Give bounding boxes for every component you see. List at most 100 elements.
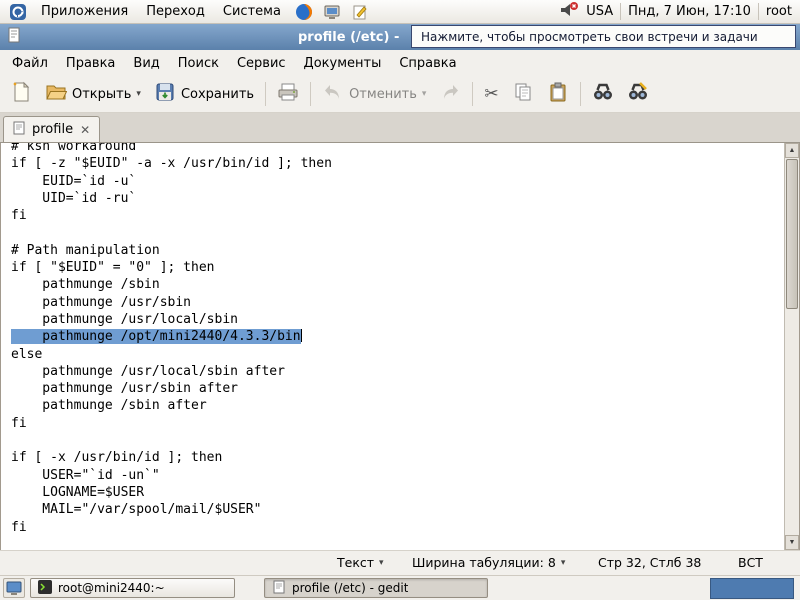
document-icon bbox=[12, 121, 26, 139]
tab-bar: profile ✕ bbox=[0, 113, 800, 143]
undo-button[interactable]: Отменить ▾ bbox=[316, 77, 432, 111]
replace-button[interactable] bbox=[621, 77, 655, 111]
firefox-launcher-icon[interactable] bbox=[291, 2, 317, 22]
copy-button[interactable] bbox=[506, 77, 540, 111]
selected-text: pathmunge /opt/mini2440/4.3.3/bin bbox=[11, 329, 301, 344]
top-panel-right: USA Пнд, 7 Июн, 17:10 root bbox=[559, 1, 795, 23]
code-line: fi bbox=[11, 415, 784, 432]
toolbar-separator bbox=[265, 82, 266, 106]
redo-button[interactable] bbox=[433, 77, 467, 111]
menu-tools[interactable]: Сервис bbox=[228, 52, 295, 75]
code-line: fi bbox=[11, 207, 784, 224]
menu-file[interactable]: Файл bbox=[3, 52, 57, 75]
code-line: USER="`id -un`" bbox=[11, 467, 784, 484]
find-button[interactable] bbox=[586, 77, 620, 111]
find-replace-icon bbox=[627, 81, 649, 107]
code-line: pathmunge /sbin bbox=[11, 276, 784, 293]
code-line bbox=[11, 432, 784, 449]
scissors-icon: ✂ bbox=[484, 84, 498, 104]
editor-area: # ksh workaround if [ -z "$EUID" -a -x /… bbox=[0, 143, 800, 550]
code-line: UID=`id -ru` bbox=[11, 190, 784, 207]
menu-view[interactable]: Вид bbox=[124, 52, 168, 75]
open-button[interactable]: Открыть ▾ bbox=[39, 77, 147, 111]
code-line: pathmunge /usr/sbin after bbox=[11, 380, 784, 397]
paste-button[interactable] bbox=[541, 77, 575, 111]
menu-help[interactable]: Справка bbox=[390, 52, 465, 75]
text-editor[interactable]: # ksh workaround if [ -z "$EUID" -a -x /… bbox=[1, 143, 784, 550]
redo-icon bbox=[439, 81, 461, 107]
cursor-position-label: Стр 32, Стлб 38 bbox=[598, 555, 701, 570]
statusbar: Текст▾ Ширина табуляции: 8▾ Стр 32, Стлб… bbox=[0, 550, 800, 575]
clock-applet[interactable]: Пнд, 7 Июн, 17:10 bbox=[628, 4, 751, 19]
toolbar-separator bbox=[580, 82, 581, 106]
menu-places[interactable]: Переход bbox=[138, 2, 213, 21]
new-document-icon bbox=[10, 81, 32, 107]
binoculars-icon bbox=[592, 81, 614, 107]
show-desktop-button[interactable] bbox=[3, 578, 25, 598]
menu-search[interactable]: Поиск bbox=[169, 52, 228, 75]
menu-documents[interactable]: Документы bbox=[295, 52, 391, 75]
panel-separator bbox=[620, 3, 621, 20]
save-button[interactable]: Сохранить bbox=[148, 77, 260, 111]
save-icon bbox=[154, 81, 176, 107]
highlight-mode-combo[interactable]: Текст▾ bbox=[337, 555, 384, 570]
scroll-down-icon[interactable]: ▼ bbox=[785, 535, 799, 550]
code-line: pathmunge /usr/sbin bbox=[11, 294, 784, 311]
menubar: Файл Правка Вид Поиск Сервис Документы С… bbox=[0, 50, 800, 76]
print-button[interactable] bbox=[271, 77, 305, 111]
chevron-down-icon: ▾ bbox=[136, 89, 141, 99]
vertical-scrollbar[interactable]: ▲ ▼ bbox=[784, 143, 799, 550]
display-launcher-icon[interactable] bbox=[319, 2, 345, 22]
panel-separator bbox=[758, 3, 759, 20]
volume-muted-icon[interactable] bbox=[559, 1, 579, 23]
keyboard-layout-indicator[interactable]: USA bbox=[586, 4, 613, 19]
user-switcher[interactable]: root bbox=[766, 4, 792, 19]
tab-label: profile bbox=[32, 122, 73, 137]
main-menu-icon[interactable] bbox=[5, 2, 31, 22]
code-line: # ksh workaround bbox=[11, 143, 784, 155]
printer-icon bbox=[277, 81, 299, 107]
tab-profile[interactable]: profile ✕ bbox=[3, 116, 100, 142]
window-icon bbox=[6, 27, 22, 47]
text-editor-launcher-icon[interactable] bbox=[347, 2, 373, 22]
code-line bbox=[11, 224, 784, 241]
menu-applications[interactable]: Приложения bbox=[33, 2, 136, 21]
menu-system[interactable]: Система bbox=[215, 2, 289, 21]
code-line-selected: pathmunge /opt/mini2440/4.3.3/bin bbox=[11, 328, 784, 345]
undo-icon bbox=[322, 81, 344, 107]
code-line: MAIL="/var/spool/mail/$USER" bbox=[11, 501, 784, 518]
new-document-button[interactable] bbox=[4, 77, 38, 111]
close-icon[interactable]: ✕ bbox=[79, 123, 91, 137]
insert-mode-label: ВСТ bbox=[738, 555, 763, 570]
code-line: # Path manipulation bbox=[11, 242, 784, 259]
code-line: EUID=`id -u` bbox=[11, 173, 784, 190]
chevron-down-icon: ▾ bbox=[422, 89, 427, 99]
calendar-tooltip: Нажмите, чтобы просмотреть свои встречи … bbox=[411, 25, 796, 48]
tab-width-combo[interactable]: Ширина табуляции: 8▾ bbox=[412, 555, 565, 570]
code-line: if [ -z "$EUID" -a -x /usr/bin/id ]; the… bbox=[11, 155, 784, 172]
code-line: if [ "$EUID" = "0" ]; then bbox=[11, 259, 784, 276]
task-terminal[interactable]: root@mini2440:~ bbox=[30, 578, 235, 598]
code-line: pathmunge /usr/local/sbin after bbox=[11, 363, 784, 380]
top-panel: Приложения Переход Система USA Пнд, 7 Ию… bbox=[0, 0, 800, 24]
code-line: else bbox=[11, 346, 784, 363]
menu-edit[interactable]: Правка bbox=[57, 52, 124, 75]
code-line: if [ -x /usr/bin/id ]; then bbox=[11, 449, 784, 466]
task-gedit[interactable]: profile (/etc) - gedit bbox=[264, 578, 488, 598]
scrollbar-thumb[interactable] bbox=[786, 159, 798, 309]
chevron-down-icon: ▾ bbox=[379, 558, 384, 568]
scroll-up-icon[interactable]: ▲ bbox=[785, 143, 799, 158]
code-line: LOGNAME=$USER bbox=[11, 484, 784, 501]
chevron-down-icon: ▾ bbox=[561, 558, 566, 568]
code-line: fi bbox=[11, 519, 784, 536]
cut-button[interactable]: ✂ bbox=[478, 80, 504, 108]
copy-icon bbox=[512, 81, 534, 107]
window-titlebar[interactable]: profile (/etc) - Нажмите, чтобы просмотр… bbox=[0, 24, 800, 50]
gedit-icon bbox=[272, 580, 286, 597]
code-line: pathmunge /usr/local/sbin bbox=[11, 311, 784, 328]
text-cursor bbox=[301, 329, 302, 342]
workspace-switcher[interactable] bbox=[710, 578, 794, 599]
desktop: Приложения Переход Система USA Пнд, 7 Ию… bbox=[0, 0, 800, 600]
toolbar: Открыть ▾ Сохранить Отменить ▾ ✂ bbox=[0, 76, 800, 113]
clipboard-icon bbox=[547, 81, 569, 107]
